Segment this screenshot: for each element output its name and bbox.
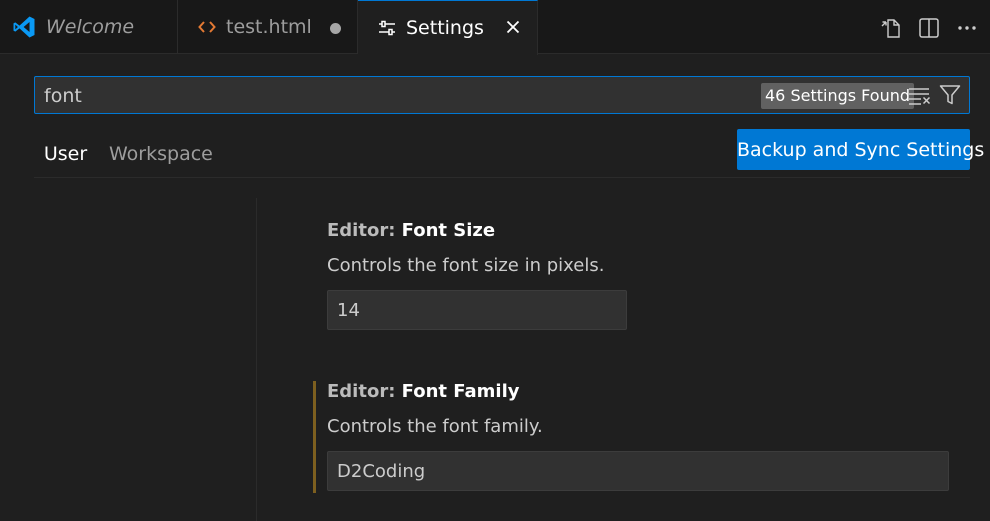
setting-title: Editor: Font Family <box>327 381 949 402</box>
tab-label: Welcome <box>46 16 135 38</box>
tab-workspace[interactable]: Workspace <box>109 136 213 178</box>
tab-test-html[interactable]: test.html <box>178 0 358 54</box>
setting-font-size: Editor: Font Size Controls the font size… <box>327 220 627 330</box>
tab-settings[interactable]: Settings <box>358 0 538 55</box>
setting-description: Controls the font family. <box>327 416 543 437</box>
scope-divider <box>34 177 970 178</box>
tab-welcome[interactable]: Welcome <box>0 0 178 54</box>
more-actions-icon[interactable] <box>952 13 982 43</box>
setting-category: Editor: <box>327 381 402 402</box>
modified-indicator <box>313 381 316 493</box>
editor-actions <box>876 13 982 43</box>
setting-font-family: Editor: Font Family Controls the font fa… <box>327 381 949 491</box>
setting-description: Controls the font size in pixels. <box>327 255 605 276</box>
font-size-input[interactable] <box>327 290 627 330</box>
filter-icon[interactable] <box>937 82 963 108</box>
setting-category: Editor: <box>327 220 402 241</box>
tab-label: Settings <box>406 17 484 39</box>
tab-user[interactable]: User <box>34 136 97 178</box>
settings-search-input[interactable] <box>35 77 746 115</box>
toc-divider <box>256 198 257 521</box>
setting-title: Editor: Font Size <box>327 220 627 241</box>
html-code-icon <box>198 19 216 35</box>
clear-filter-icon[interactable] <box>907 82 933 108</box>
results-count-badge: 46 Settings Found <box>761 83 915 109</box>
setting-name: Font Family <box>401 381 520 402</box>
tab-label: test.html <box>226 16 312 38</box>
backup-sync-button[interactable]: Backup and Sync Settings <box>737 129 984 170</box>
open-settings-json-icon[interactable] <box>876 13 906 43</box>
vscode-logo-icon <box>12 15 36 39</box>
font-family-input[interactable] <box>327 451 949 491</box>
close-tab-icon[interactable] <box>501 15 525 39</box>
settings-sliders-icon <box>378 20 396 36</box>
split-editor-icon[interactable] <box>914 13 944 43</box>
settings-search-box: 46 Settings Found <box>34 76 970 115</box>
editor-tab-bar: Welcome test.html Settings <box>0 0 990 55</box>
unsaved-dot-icon <box>330 23 341 34</box>
setting-name: Font Size <box>401 220 496 241</box>
